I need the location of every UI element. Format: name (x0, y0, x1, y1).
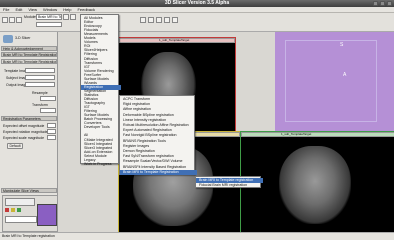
expected-scale-label: Expected scale magnitude (3, 136, 45, 140)
transform-selector[interactable] (40, 108, 56, 113)
registration-menu-item[interactable]: Brain MRI to Template Registration (120, 169, 197, 175)
3d-bounding-box (285, 40, 377, 122)
red-swatch-icon[interactable] (5, 208, 9, 212)
expected-scale-input[interactable] (47, 135, 56, 140)
nested-submenu: Brain MRI to Template registration Fiduci… (195, 176, 263, 188)
close-button[interactable] (387, 1, 392, 6)
forward-icon[interactable] (70, 14, 76, 20)
expected-offset-label: Expected offset magnitude (3, 124, 45, 128)
registration-params-header[interactable]: Registration Parameters (1, 116, 57, 121)
redo-icon[interactable] (164, 17, 170, 23)
3d-axis-a: A (343, 72, 347, 78)
coronal-brain-image (279, 146, 351, 224)
green-slice-view[interactable]: 1_sub_TemplateTarget (240, 131, 394, 234)
back-icon[interactable] (63, 14, 69, 20)
mouse-mode-icon[interactable] (148, 17, 154, 23)
green-view-volume: 1_sub_TemplateTarget (281, 132, 312, 136)
data-icon[interactable] (9, 17, 15, 23)
module-menu-item[interactable]: Work in Progress (81, 162, 121, 167)
expected-rotation-label: Expected rotation magnitude (3, 130, 48, 134)
layout-icon[interactable] (140, 17, 146, 23)
resample-label: Resample (32, 91, 48, 95)
volumes-icon[interactable] (16, 17, 22, 23)
transform-label: Transform (32, 103, 48, 107)
maximize-button[interactable] (380, 1, 385, 6)
help-section-header[interactable]: Help & Acknowledgement (1, 46, 57, 51)
navigator-thumbnail[interactable] (37, 204, 57, 226)
default-button[interactable]: Default (7, 143, 23, 149)
slicer-label: 3-D Slicer (15, 36, 31, 40)
resample-selector[interactable] (40, 96, 56, 101)
slice-views-controls (2, 195, 58, 232)
expected-rotation-input[interactable] (47, 129, 56, 134)
expected-offset-input[interactable] (47, 123, 56, 128)
toolbar: Modules: Brain MRI to Templ (0, 13, 394, 32)
undo-icon[interactable] (156, 17, 162, 23)
yellow-swatch-icon[interactable] (11, 208, 15, 212)
red-view-volume: 1_sub_TemplateTarget (159, 38, 190, 42)
module-section-header[interactable]: Brain MRI to Template Registration (1, 52, 57, 57)
module-selector[interactable]: Brain MRI to Templ (36, 14, 62, 20)
slice-views-header[interactable]: Manipulate Slice Views (1, 188, 57, 193)
subject-image-selector[interactable] (25, 75, 55, 80)
green-swatch-icon[interactable] (17, 208, 21, 212)
green-view-bar (241, 132, 394, 137)
3d-axis-s: S (340, 42, 344, 48)
minimize-button[interactable] (373, 1, 378, 6)
screenshot-icon[interactable] (172, 17, 178, 23)
slicer-logo-icon (3, 35, 13, 43)
all-modules-menu: All Modules Editor Endoscopy Fiducials Measu… (80, 14, 121, 167)
statusbar: Brain MRI to Template registration (0, 232, 394, 240)
3d-view[interactable]: S A (275, 32, 394, 131)
home-icon[interactable] (2, 17, 8, 23)
registration-submenu: ACPC Transform Rigid registration Affine r… (119, 95, 197, 175)
module-panel: 3-D Slicer Help & Acknowledgement Brain … (0, 32, 58, 232)
search-input[interactable] (36, 22, 62, 27)
template-image-selector[interactable] (25, 68, 55, 73)
view-selector[interactable] (5, 198, 35, 206)
window-title: 3D Slicer Version 3.5 Alpha (0, 0, 394, 7)
nested-menu-item[interactable]: Fiducial Brain MRI registration (196, 183, 263, 188)
parameter-section-header[interactable]: Brain MRI to Template Registration Pa... (1, 59, 57, 64)
slice-slider[interactable] (5, 216, 37, 223)
output-image-selector[interactable] (25, 82, 55, 87)
status-text: Brain MRI to Template registration (2, 234, 55, 238)
